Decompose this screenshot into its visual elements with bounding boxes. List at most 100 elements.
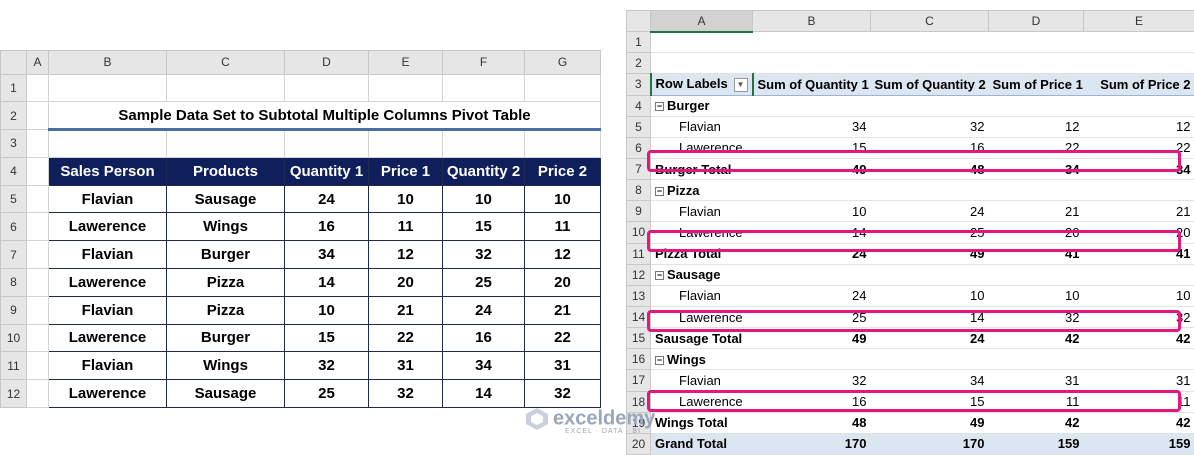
pivot-value-cell[interactable]: 21 bbox=[1083, 200, 1194, 223]
table-header-cell[interactable]: Sales Person bbox=[48, 156, 167, 186]
data-cell[interactable]: 32 bbox=[284, 351, 369, 381]
pivot-value-cell[interactable]: 41 bbox=[1083, 243, 1194, 265]
pivot-value-cell[interactable]: 48 bbox=[752, 412, 871, 434]
data-cell[interactable]: 10 bbox=[442, 184, 525, 214]
row-header[interactable]: 10 bbox=[626, 221, 651, 244]
pivot-value-cell[interactable] bbox=[988, 95, 1084, 117]
row-header[interactable]: 9 bbox=[626, 200, 651, 223]
data-cell[interactable]: Lawerence bbox=[48, 323, 167, 353]
pivot-value-header[interactable]: Sum of Price 1 bbox=[988, 73, 1084, 96]
row-header[interactable]: 1 bbox=[626, 31, 651, 54]
pivot-item-label[interactable]: Lawerence bbox=[650, 221, 753, 244]
column-header[interactable]: A bbox=[650, 9, 753, 33]
pivot-item-label[interactable]: Flavian bbox=[650, 369, 753, 392]
row-header[interactable]: 2 bbox=[626, 52, 651, 75]
table-header-cell[interactable]: Price 2 bbox=[524, 156, 601, 186]
collapse-icon[interactable]: − bbox=[655, 186, 664, 196]
pivot-value-cell[interactable]: 21 bbox=[988, 200, 1084, 223]
pivot-value-header[interactable]: Sum of Price 2 bbox=[1083, 73, 1194, 96]
column-header[interactable]: F bbox=[442, 50, 525, 75]
data-cell[interactable]: 16 bbox=[442, 323, 525, 353]
column-header[interactable]: D bbox=[988, 9, 1084, 33]
row-header[interactable]: 1 bbox=[0, 73, 27, 103]
pivot-value-cell[interactable]: 24 bbox=[752, 243, 871, 265]
pivot-total-label[interactable]: Grand Total bbox=[650, 432, 753, 455]
pivot-value-cell[interactable]: 42 bbox=[1083, 412, 1194, 434]
data-cell[interactable]: Lawerence bbox=[48, 379, 167, 408]
pivot-value-cell[interactable]: 31 bbox=[988, 369, 1084, 392]
pivot-value-cell[interactable]: 10 bbox=[988, 285, 1084, 307]
data-cell[interactable]: 22 bbox=[524, 323, 601, 353]
data-cell[interactable]: 24 bbox=[442, 295, 525, 325]
pivot-value-cell[interactable]: 48 bbox=[870, 158, 989, 181]
pivot-value-cell[interactable]: 16 bbox=[870, 137, 989, 159]
row-header[interactable]: 11 bbox=[0, 351, 27, 381]
pivot-value-cell[interactable]: 49 bbox=[752, 158, 871, 181]
row-header[interactable]: 8 bbox=[0, 268, 27, 297]
pivot-value-cell[interactable]: 24 bbox=[870, 327, 989, 350]
pivot-value-cell[interactable]: 49 bbox=[870, 243, 989, 265]
data-cell[interactable]: Flavian bbox=[48, 240, 167, 270]
pivot-value-cell[interactable]: 11 bbox=[1083, 391, 1194, 413]
data-cell[interactable]: Wings bbox=[166, 351, 285, 381]
data-cell[interactable]: 32 bbox=[442, 240, 525, 270]
data-cell[interactable]: 21 bbox=[524, 295, 601, 325]
pivot-value-cell[interactable]: 22 bbox=[988, 137, 1084, 159]
pivot-value-cell[interactable]: 12 bbox=[1083, 116, 1194, 138]
pivot-value-cell[interactable]: 12 bbox=[988, 116, 1084, 138]
data-cell[interactable]: 24 bbox=[284, 184, 369, 214]
pivot-value-cell[interactable]: 15 bbox=[870, 391, 989, 413]
pivot-value-cell[interactable]: 31 bbox=[1083, 369, 1194, 392]
row-header[interactable]: 6 bbox=[626, 136, 651, 159]
pivot-value-cell[interactable] bbox=[1083, 95, 1194, 117]
pivot-value-cell[interactable]: 14 bbox=[752, 221, 871, 244]
row-header[interactable]: 15 bbox=[626, 327, 651, 350]
pivot-value-cell[interactable]: 24 bbox=[870, 200, 989, 223]
data-cell[interactable]: Sausage bbox=[166, 184, 285, 214]
data-cell[interactable]: Lawerence bbox=[48, 212, 167, 242]
pivot-value-cell[interactable] bbox=[988, 348, 1084, 371]
collapse-icon[interactable]: − bbox=[655, 355, 664, 365]
row-header[interactable]: 3 bbox=[0, 129, 27, 158]
row-header[interactable]: 9 bbox=[0, 295, 27, 325]
data-cell[interactable]: 10 bbox=[284, 295, 369, 325]
pivot-value-cell[interactable]: 10 bbox=[752, 200, 871, 223]
data-cell[interactable]: Flavian bbox=[48, 184, 167, 214]
pivot-value-cell[interactable] bbox=[752, 264, 871, 286]
column-header[interactable]: B bbox=[752, 9, 871, 33]
pivot-value-cell[interactable]: 20 bbox=[988, 221, 1084, 244]
pivot-total-label[interactable]: Sausage Total bbox=[650, 327, 753, 350]
data-cell[interactable]: 31 bbox=[524, 351, 601, 381]
filter-dropdown-icon[interactable]: ▼ bbox=[733, 78, 748, 93]
collapse-icon[interactable]: − bbox=[655, 271, 664, 281]
pivot-value-cell[interactable] bbox=[988, 264, 1084, 286]
column-header[interactable]: E bbox=[1083, 9, 1194, 33]
column-header[interactable]: B bbox=[48, 50, 167, 75]
pivot-value-cell[interactable]: 32 bbox=[988, 306, 1084, 329]
row-header[interactable]: 2 bbox=[0, 101, 27, 131]
select-all-corner[interactable] bbox=[0, 50, 27, 75]
data-cell[interactable]: Pizza bbox=[166, 295, 285, 325]
pivot-value-cell[interactable] bbox=[1083, 264, 1194, 286]
pivot-value-cell[interactable]: 10 bbox=[1083, 285, 1194, 307]
pivot-item-label[interactable]: Lawerence bbox=[650, 391, 753, 413]
pivot-value-cell[interactable]: 34 bbox=[988, 158, 1084, 181]
pivot-value-cell[interactable]: 49 bbox=[870, 412, 989, 434]
row-header[interactable]: 12 bbox=[626, 263, 651, 286]
row-header[interactable]: 6 bbox=[0, 212, 27, 242]
data-cell[interactable]: 22 bbox=[368, 323, 443, 353]
row-header[interactable]: 5 bbox=[0, 184, 27, 214]
pivot-value-cell[interactable] bbox=[870, 95, 989, 117]
data-cell[interactable]: Burger bbox=[166, 240, 285, 270]
row-header[interactable]: 4 bbox=[0, 156, 27, 186]
data-cell[interactable]: Sausage bbox=[166, 379, 285, 408]
pivot-value-cell[interactable]: 20 bbox=[1083, 221, 1194, 244]
row-header[interactable]: 4 bbox=[626, 94, 651, 117]
pivot-value-cell[interactable]: 16 bbox=[752, 391, 871, 413]
data-cell[interactable]: Lawerence bbox=[48, 268, 167, 297]
pivot-value-cell[interactable]: 170 bbox=[870, 432, 989, 455]
pivot-value-cell[interactable]: 34 bbox=[870, 369, 989, 392]
data-cell[interactable]: 32 bbox=[524, 379, 601, 408]
pivot-value-cell[interactable]: 32 bbox=[870, 116, 989, 138]
row-header[interactable]: 3 bbox=[626, 73, 651, 96]
